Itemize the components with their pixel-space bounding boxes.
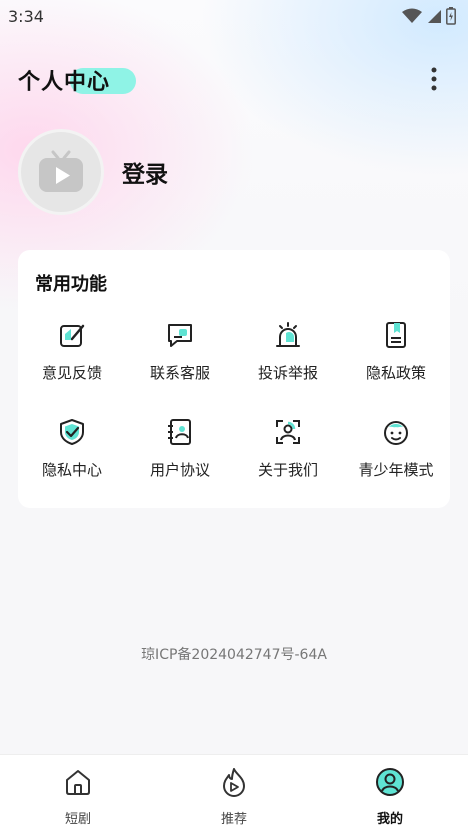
status-time: 3:34 <box>8 6 44 26</box>
features-row: 意见反馈 联系客服 投诉举报 隐私政策 <box>18 312 450 409</box>
profile-section: 登录 <box>18 127 168 217</box>
avatar[interactable] <box>18 129 104 215</box>
fire-play-icon <box>223 768 245 797</box>
status-icons <box>402 7 456 25</box>
feature-about-us[interactable]: 关于我们 <box>234 409 342 506</box>
feature-label: 联系客服 <box>149 364 210 382</box>
wifi-icon <box>402 8 422 23</box>
login-button[interactable]: 登录 <box>122 155 168 189</box>
nav-item-mine[interactable]: 我的 <box>312 755 468 834</box>
feature-label: 隐私中心 <box>41 461 102 479</box>
feature-privacy-center[interactable]: 隐私中心 <box>18 409 126 506</box>
feature-label: 青少年模式 <box>358 461 434 479</box>
features-grid: 意见反馈 联系客服 投诉举报 隐私政策 隐私中心 用户协议 关于我们 青少年模式 <box>18 312 450 506</box>
agreement-doc-icon <box>168 419 191 445</box>
more-options-icon[interactable] <box>424 66 444 92</box>
title-wrap: 个人中心 <box>18 64 136 96</box>
shield-check-icon <box>60 419 84 445</box>
feature-complaint-report[interactable]: 投诉举报 <box>234 312 342 409</box>
feature-teen-mode[interactable]: 青少年模式 <box>342 409 450 506</box>
feature-label: 关于我们 <box>257 461 318 479</box>
home-icon <box>66 770 90 795</box>
nav-item-recommend[interactable]: 推荐 <box>156 755 312 834</box>
teen-face-icon <box>384 421 408 445</box>
nav-label: 短剧 <box>64 812 91 827</box>
feedback-edit-icon <box>60 324 85 347</box>
bottom-nav: 短剧 推荐 我的 <box>0 754 468 834</box>
header: 个人中心 <box>18 64 450 96</box>
card-title: 常用功能 <box>35 274 107 295</box>
feature-feedback[interactable]: 意见反馈 <box>18 312 126 409</box>
feature-label: 投诉举报 <box>257 364 318 382</box>
status-bar: 3:34 <box>0 0 468 32</box>
alarm-report-icon <box>276 322 300 347</box>
battery-icon <box>446 7 456 25</box>
nav-label: 推荐 <box>220 812 247 827</box>
feature-label: 意见反馈 <box>41 364 102 382</box>
policy-book-icon <box>386 322 406 348</box>
signal-icon <box>428 10 441 23</box>
nav-label: 我的 <box>376 812 403 827</box>
chat-service-icon <box>168 324 192 347</box>
feature-label: 用户协议 <box>149 461 210 479</box>
feature-label: 隐私政策 <box>365 364 426 382</box>
feature-contact-service[interactable]: 联系客服 <box>126 312 234 409</box>
feature-user-agreement[interactable]: 用户协议 <box>126 409 234 506</box>
about-person-scan-icon <box>276 420 300 444</box>
nav-item-short-drama[interactable]: 短剧 <box>0 755 156 834</box>
profile-icon <box>376 768 404 796</box>
tv-play-icon <box>39 150 83 192</box>
feature-privacy-policy[interactable]: 隐私政策 <box>342 312 450 409</box>
page-title: 个人中心 <box>18 70 111 95</box>
common-features-card: 常用功能 意见反馈 联系客服 投诉举报 隐私政策 隐私中心 用户协议 关于我们 … <box>18 250 450 508</box>
icp-record[interactable]: 琼ICP备2024042747号-64A <box>0 644 468 664</box>
features-row: 隐私中心 用户协议 关于我们 青少年模式 <box>18 409 450 506</box>
